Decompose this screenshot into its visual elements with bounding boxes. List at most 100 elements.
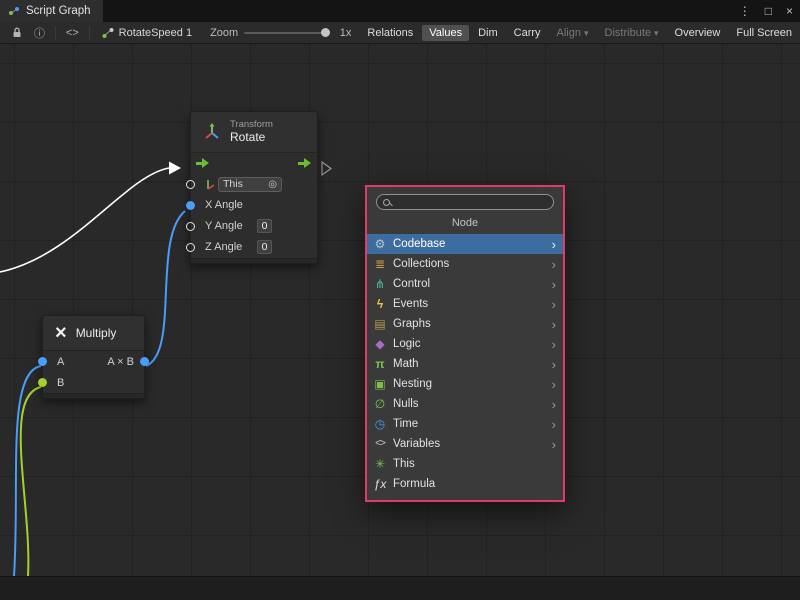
finder-item-control[interactable]: ⋔ Control › [367,274,563,294]
node-subtitle: Transform [230,119,273,130]
diamond-icon: ◆ [373,338,387,350]
y-angle-row: Y Angle 0 [191,216,317,237]
node-transform-rotate[interactable]: Transform Rotate This ◎ X Angle Y An [190,111,318,264]
pi-icon: π [373,358,387,370]
node-fuzzy-finder: Node ⚙ Codebase › ≣ Collections › ⋔ Cont… [365,185,565,502]
chevron-right-icon: › [552,438,556,451]
x-angle-label: X Angle [205,199,251,211]
flow-out-arrow-icon[interactable] [322,162,331,175]
node-footer [191,258,317,263]
wire-bottom-to-b[interactable] [21,387,41,576]
this-row: This ◎ [191,174,317,195]
result-output-port[interactable] [140,357,149,366]
b-input-port[interactable] [38,378,47,387]
z-angle-label: Z Angle [205,241,251,253]
node-footer [43,393,144,398]
finder-item-codebase[interactable]: ⚙ Codebase › [367,234,563,254]
relations-button[interactable]: Relations [360,25,420,41]
a-row: A A × B [43,351,144,372]
this-object-field[interactable]: This ◎ [218,177,282,192]
lock-icon[interactable] [6,27,28,38]
y-angle-value-field[interactable]: 0 [257,219,272,233]
a-input-port[interactable] [38,357,47,366]
fullscreen-button[interactable]: Full Screen [729,25,799,41]
code-view-icon[interactable]: <> [60,27,85,39]
this-port[interactable] [186,180,195,189]
finder-item-graphs[interactable]: ▤ Graphs › [367,314,563,334]
flow-port-row [191,153,317,174]
distribute-dropdown: Distribute▾ [598,25,666,41]
nested-graph-icon: ▣ [373,378,387,390]
y-angle-label: Y Angle [205,220,251,232]
this-field-label: This [223,178,243,190]
x-angle-port[interactable] [186,201,195,210]
node-header: × Multiply [43,316,144,351]
z-angle-value-field[interactable]: 0 [257,240,272,254]
x-angle-row: X Angle [191,195,317,216]
tab-title: Script Graph [26,5,91,17]
a-input-label: A [57,356,64,368]
list-icon: ≣ [373,258,387,270]
node-title: Rotate [230,130,273,144]
node-multiply[interactable]: × Multiply A A × B B [42,315,145,399]
chevron-right-icon: › [552,358,556,371]
gear-icon: ⚙ [373,238,387,250]
maximize-icon[interactable]: □ [758,4,779,18]
finder-item-nesting[interactable]: ▣ Nesting › [367,374,563,394]
toolbar-separator [55,26,56,40]
align-dropdown: Align▾ [550,25,596,41]
multiply-icon: × [55,323,67,343]
flow-in-arrow-icon[interactable] [196,158,209,168]
script-graph-icon [8,5,20,17]
zoom-slider-handle[interactable] [321,28,330,37]
z-angle-port[interactable] [186,243,195,252]
finder-item-nulls[interactable]: ∅ Nulls › [367,394,563,414]
graph-canvas[interactable]: Transform Rotate This ◎ X Angle Y An [0,44,800,576]
chevron-down-icon: ▾ [654,28,659,38]
overview-button[interactable]: Overview [668,25,728,41]
folder-icon: ▤ [373,318,387,330]
clock-icon: ◷ [373,418,387,430]
flow-out-arrow-icon[interactable] [298,158,311,168]
toolbar-separator [89,26,90,40]
finder-search-input[interactable] [395,196,547,209]
lightning-icon: ϟ [373,298,387,310]
b-input-label: B [57,377,64,389]
zoom-slider-track[interactable] [244,32,324,34]
wire-flow-arrowhead [169,162,181,175]
y-angle-port[interactable] [186,222,195,231]
wire-multiply-to-xangle[interactable] [146,211,185,366]
carry-button[interactable]: Carry [507,25,548,41]
bottom-panel [0,576,800,600]
wire-flow-in[interactable] [0,168,169,272]
dim-button[interactable]: Dim [471,25,505,41]
chevron-right-icon: › [552,378,556,391]
window-tab-bar: Script Graph ⋮ □ × [0,0,800,22]
finder-item-time[interactable]: ◷ Time › [367,414,563,434]
finder-item-this[interactable]: ✳ This [367,454,563,474]
transform-icon [203,123,221,141]
finder-item-logic[interactable]: ◆ Logic › [367,334,563,354]
graph-breadcrumb[interactable]: RotateSpeed 1 [94,27,200,39]
info-icon[interactable]: ⓘ [28,25,51,41]
branch-icon: ⋔ [373,278,387,290]
finder-item-events[interactable]: ϟ Events › [367,294,563,314]
finder-item-math[interactable]: π Math › [367,354,563,374]
zoom-value: 1x [340,27,352,39]
object-picker-icon[interactable]: ◎ [268,179,277,190]
tab-script-graph[interactable]: Script Graph [0,0,103,22]
node-header: Transform Rotate [191,112,317,153]
finder-item-collections[interactable]: ≣ Collections › [367,254,563,274]
this-star-icon: ✳ [373,458,387,470]
finder-item-variables[interactable]: <> Variables › [367,434,563,454]
chevron-down-icon: ▾ [584,28,589,38]
angle-brackets-icon: <> [373,439,387,449]
finder-item-formula[interactable]: ƒx Formula [367,474,563,494]
values-button[interactable]: Values [422,25,469,41]
chevron-right-icon: › [552,298,556,311]
menu-kebab-icon[interactable]: ⋮ [732,4,758,18]
search-icon [383,199,390,206]
close-icon[interactable]: × [779,4,800,18]
finder-search-field[interactable] [376,194,554,210]
zoom-slider[interactable] [242,22,336,44]
